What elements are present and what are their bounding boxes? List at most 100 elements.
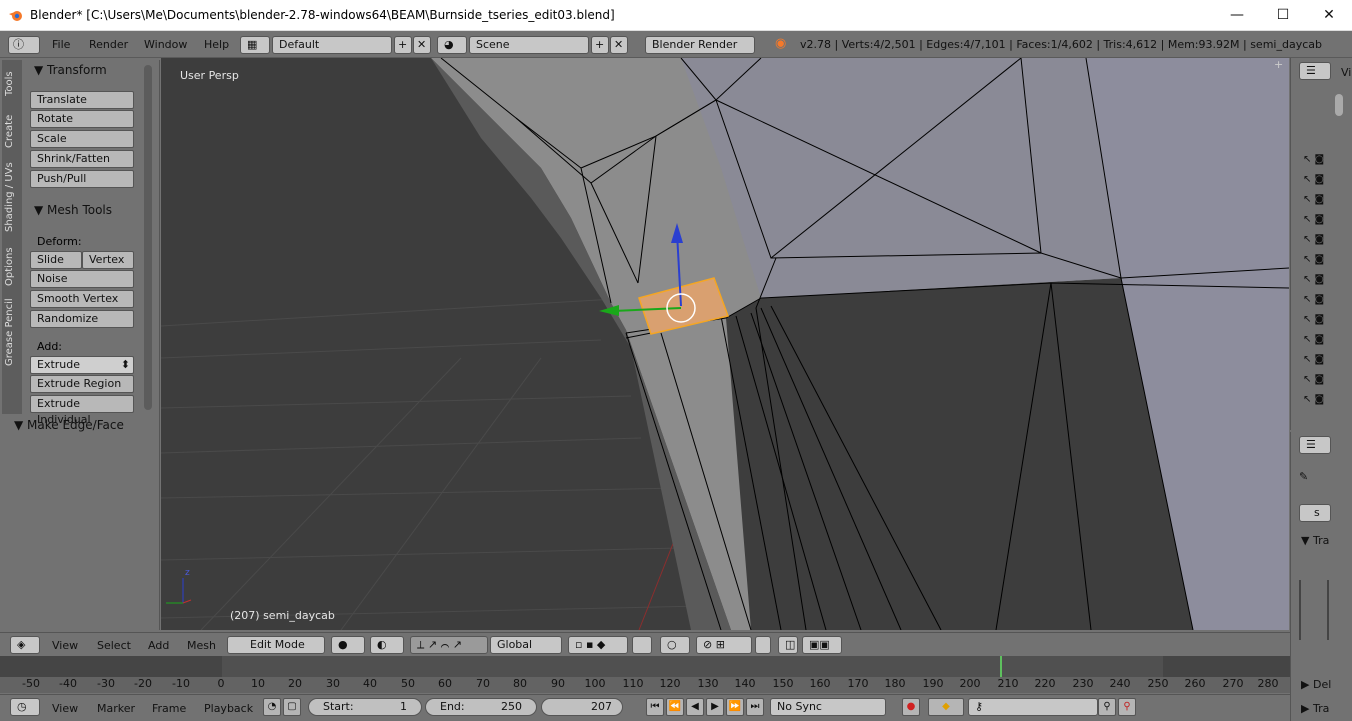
tab-shading-uvs[interactable]: Shading / UVs xyxy=(4,162,15,232)
snap-controls[interactable]: ⊘ ⊞ xyxy=(696,636,752,654)
plus-icon: + xyxy=(398,38,408,51)
sliders-icon[interactable] xyxy=(1299,580,1329,640)
vp-menu-mesh[interactable]: Mesh xyxy=(187,639,216,652)
editor-type-info-button[interactable]: ⓘ xyxy=(8,36,40,54)
play-button[interactable]: ▶ xyxy=(706,698,724,716)
remove-layout-button[interactable]: ✕ xyxy=(413,36,431,54)
tab-options[interactable]: Options xyxy=(4,247,15,286)
3d-viewport[interactable]: User Persp z (207) semi_daycab + xyxy=(161,58,1289,630)
record-keyframes-button[interactable]: ● xyxy=(902,698,920,716)
play-reverse-button[interactable]: ◀ xyxy=(686,698,704,716)
vertex-slide-button[interactable]: Vertex xyxy=(82,251,134,269)
scene-field[interactable]: Scene xyxy=(469,36,589,54)
layout-browse-button[interactable]: ▦ xyxy=(240,36,270,54)
push-pull-button[interactable]: Push/Pull xyxy=(30,170,134,188)
tick-label: 90 xyxy=(551,677,565,690)
lock-icon: ▢ xyxy=(287,701,297,712)
menu-help[interactable]: Help xyxy=(204,38,229,51)
orientation-select[interactable]: Global xyxy=(490,636,562,654)
vp-menu-view[interactable]: View xyxy=(52,639,78,652)
pivot-select[interactable]: ◐ xyxy=(370,636,404,654)
tl-menu-playback[interactable]: Playback xyxy=(204,702,253,715)
outliner-scrollbar[interactable] xyxy=(1335,94,1343,116)
timeline-editor-type-button[interactable]: ◷ xyxy=(10,698,40,716)
timeline-area[interactable] xyxy=(0,656,1290,677)
close-button[interactable]: ✕ xyxy=(1306,0,1352,31)
rotate-button[interactable]: Rotate xyxy=(30,110,134,128)
extrude-menu-button[interactable]: Extrude ⬍ xyxy=(30,356,134,374)
viewport-editor-type-button[interactable]: ◈ xyxy=(10,636,40,654)
shading-select[interactable]: ● xyxy=(331,636,365,654)
randomize-button[interactable]: Randomize xyxy=(30,310,134,328)
select-mode-buttons[interactable]: ▫ ▪ ◆ xyxy=(568,636,628,654)
shrink-fatten-button[interactable]: Shrink/Fatten xyxy=(30,150,134,168)
remove-scene-button[interactable]: ✕ xyxy=(610,36,628,54)
vp-menu-add[interactable]: Add xyxy=(148,639,169,652)
tl-menu-view[interactable]: View xyxy=(52,702,78,715)
insert-keyframe-button[interactable]: ⚲ xyxy=(1098,698,1116,716)
properties-editor-type-button[interactable]: ☰ xyxy=(1299,436,1331,454)
tab-grease-pencil[interactable]: Grease Pencil xyxy=(4,298,15,366)
mode-select[interactable]: Edit Mode xyxy=(227,636,325,654)
tl-menu-frame[interactable]: Frame xyxy=(152,702,186,715)
add-scene-button[interactable]: + xyxy=(591,36,609,54)
add-layout-button[interactable]: + xyxy=(394,36,412,54)
limit-selection-button[interactable] xyxy=(632,636,652,654)
plus-icon: + xyxy=(595,38,605,51)
timeline-ruler[interactable]: -50 -40 -30 -20 -10 0 10 20 30 40 50 60 … xyxy=(0,677,1290,693)
jump-end-button[interactable]: ⏭ xyxy=(746,698,764,716)
vp-menu-select[interactable]: Select xyxy=(97,639,131,652)
render-animation-buttons[interactable]: ▣▣ xyxy=(802,636,842,654)
manipulator-toggles[interactable]: ⟂ ↗ ⌒ ↗ xyxy=(410,636,488,654)
opengl-render-button[interactable]: ◫ xyxy=(778,636,798,654)
menu-file[interactable]: File xyxy=(52,38,70,51)
tab-create[interactable]: Create xyxy=(4,115,15,148)
noise-button[interactable]: Noise xyxy=(30,270,134,288)
tool-shelf-scrollbar[interactable] xyxy=(144,65,152,410)
delete-keyframe-button[interactable]: ⚲ xyxy=(1118,698,1136,716)
menu-window[interactable]: Window xyxy=(144,38,187,51)
minimize-button[interactable]: — xyxy=(1214,0,1260,31)
tick-label: -40 xyxy=(59,677,77,690)
extrude-individual-button[interactable]: Extrude Individual xyxy=(30,395,134,426)
jump-keyframe-forward-button[interactable]: ⏩ xyxy=(726,698,744,716)
slide-edge-button[interactable]: Slide Ed xyxy=(30,251,82,282)
menu-render[interactable]: Render xyxy=(89,38,128,51)
s-button[interactable]: s xyxy=(1299,504,1331,522)
preview-range-button[interactable]: ◔ xyxy=(263,698,281,716)
wrench-icon[interactable]: ✎ xyxy=(1299,470,1308,483)
active-keying-set-field[interactable]: ⚷ xyxy=(968,698,1098,716)
mesh-tools-panel-header[interactable]: ▼ Mesh Tools xyxy=(34,203,112,217)
current-frame-marker[interactable] xyxy=(1000,656,1002,677)
jump-start-button[interactable]: ⏮ xyxy=(646,698,664,716)
transform-panel-header-right[interactable]: ▼ Tra xyxy=(1301,534,1329,547)
transform-locks-header[interactable]: ▶ Tra xyxy=(1301,702,1329,715)
tl-menu-marker[interactable]: Marker xyxy=(97,702,135,715)
transform-panel-header[interactable]: ▼ Transform xyxy=(34,63,107,77)
render-engine-select[interactable]: Blender Render xyxy=(645,36,755,54)
outliner-editor-type-button[interactable]: ☰ xyxy=(1299,62,1331,80)
tab-tools[interactable]: Tools xyxy=(4,71,15,96)
outliner-view-menu[interactable]: Vi xyxy=(1341,66,1351,79)
corner-plus-icon[interactable]: + xyxy=(1274,58,1283,71)
lock-range-button[interactable]: ▢ xyxy=(283,698,301,716)
jump-keyframe-back-button[interactable]: ⏪ xyxy=(666,698,684,716)
sync-mode-select[interactable]: No Sync xyxy=(770,698,886,716)
current-frame-field[interactable]: 207 xyxy=(541,698,623,716)
proportional-edit-select[interactable]: ○ xyxy=(660,636,690,654)
translate-button[interactable]: Translate xyxy=(30,91,134,109)
scene-browse-button[interactable]: ◕ xyxy=(437,36,467,54)
scale-button[interactable]: Scale xyxy=(30,130,134,148)
smooth-vertex-button[interactable]: Smooth Vertex xyxy=(30,290,134,308)
make-edge-face-panel-header[interactable]: ▼ Make Edge/Face xyxy=(14,418,124,432)
outliner-restrict-icons[interactable]: ↖ ◙ ↖ ◙ ↖ ◙ ↖ ◙ ↖ ◙ ↖ ◙ ↖ ◙ ↖ ◙ ↖ ◙ ↖ ◙ ↖ ◙ ↖ ◙ ↖ ◙ xyxy=(1303,150,1324,410)
screen-layout-field[interactable]: Default xyxy=(272,36,392,54)
keying-set-button[interactable]: ◆ xyxy=(928,698,964,716)
snap-target-button[interactable] xyxy=(755,636,771,654)
start-frame-field[interactable]: Start: 1 xyxy=(308,698,422,716)
info-icon: ⓘ xyxy=(13,38,24,51)
delta-panel-header[interactable]: ▶ Del xyxy=(1301,678,1331,691)
maximize-button[interactable]: ☐ xyxy=(1260,0,1306,31)
end-frame-field[interactable]: End: 250 xyxy=(425,698,537,716)
extrude-region-button[interactable]: Extrude Region xyxy=(30,375,134,393)
